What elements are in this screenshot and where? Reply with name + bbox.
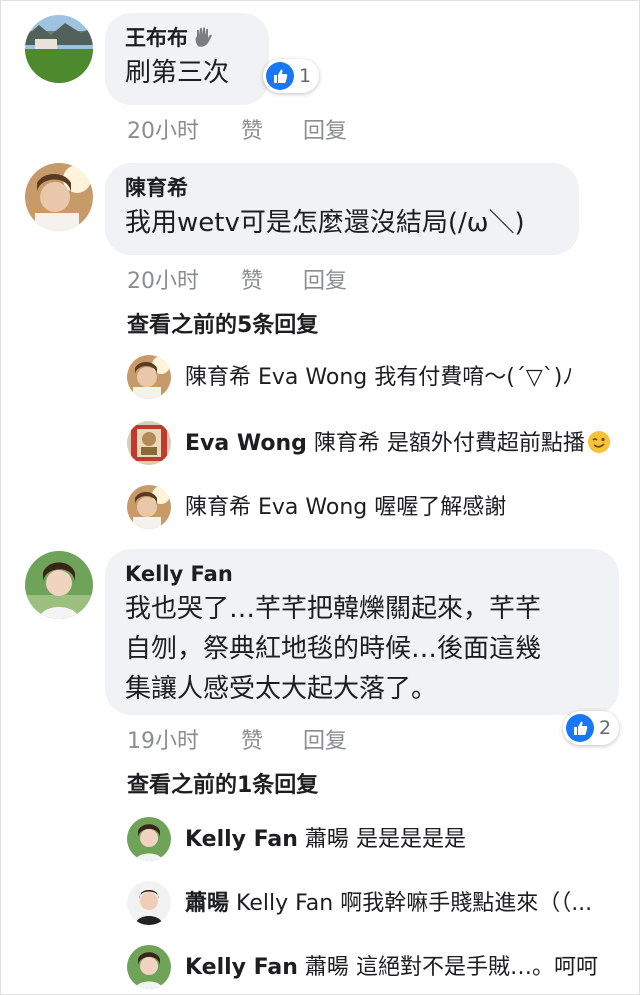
like-link[interactable]: 赞 [241, 113, 263, 145]
reply-mention[interactable]: Kelly Fan [236, 891, 333, 916]
avatar[interactable] [25, 163, 93, 231]
reply-author[interactable]: 陳育希 [185, 495, 251, 520]
reply-link[interactable]: 回复 [303, 263, 347, 295]
comment-bubble: 王布布 刷第三次 [105, 13, 269, 105]
comment-text: 我用wetv可是怎麼還沒結局(/ω＼) [125, 208, 525, 238]
reply-text: 是額外付費超前點播 [386, 431, 585, 456]
comment-meta: 20小时 赞 回复 [127, 263, 367, 295]
reply-text: 是是是是是 [355, 827, 466, 852]
view-previous-replies-link[interactable]: 查看之前的1条回复 [127, 767, 318, 799]
reply-author[interactable]: 陳育希 [185, 365, 251, 390]
avatar[interactable] [127, 355, 171, 399]
winking-face-icon [587, 430, 611, 454]
reply-mention[interactable]: 蕭暘 [305, 827, 349, 852]
reply: 陳育希 Eva Wong 我有付費唷～(´▽`)ﾉ [185, 363, 573, 393]
thumbs-up-icon [266, 62, 294, 90]
reply-mention[interactable]: Eva Wong [258, 365, 367, 390]
reply-author[interactable]: Kelly Fan [185, 955, 298, 980]
reply-text: 我有付費唷～(´▽`)ﾉ [374, 365, 574, 390]
comment-text: 刷第三次 [125, 58, 230, 88]
avatar[interactable] [127, 421, 171, 465]
reply: Eva Wong 陳育希 是額外付費超前點播 [185, 429, 611, 459]
comment-time[interactable]: 20小时 [127, 113, 199, 145]
reply-mention[interactable]: 蕭暘 [305, 955, 349, 980]
avatar[interactable] [127, 485, 171, 529]
avatar[interactable] [127, 945, 171, 989]
reply: 陳育希 Eva Wong 喔喔了解感謝 [185, 493, 506, 523]
avatar[interactable] [127, 817, 171, 861]
reply-author[interactable]: Eva Wong [185, 431, 307, 456]
avatar[interactable] [25, 551, 93, 619]
reaction-count: 1 [299, 65, 312, 87]
reaction-badge[interactable]: 1 [263, 59, 320, 93]
reply-author[interactable]: Kelly Fan [185, 827, 298, 852]
reply-link[interactable]: 回复 [303, 113, 347, 145]
reply-text: 啊我幹嘛手賤點進來（（... [340, 891, 593, 916]
comment-text-line: 集讓人感受太大起大落了。 [125, 674, 438, 704]
reply-mention[interactable]: 陳育希 [314, 431, 380, 456]
comment-text-line: 自刎，祭典紅地毯的時候…後面這幾 [125, 634, 542, 664]
reaction-badge[interactable]: 2 [563, 711, 620, 745]
reply: Kelly Fan 蕭暘 這絕對不是手賊…。呵呵 [185, 953, 598, 983]
comment-meta: 19小时 赞 回复 [127, 723, 367, 755]
comment-thread: 王布布 刷第三次 1 20小时 赞 回复 陳育希 我用wetv可是怎麼還沒結局(… [0, 0, 640, 995]
avatar[interactable] [127, 881, 171, 925]
like-link[interactable]: 赞 [241, 263, 263, 295]
comment-meta: 20小时 赞 回复 [127, 113, 367, 145]
avatar[interactable] [25, 15, 93, 83]
reply-text: 這絕對不是手賊…。呵呵 [355, 955, 598, 980]
comment-author[interactable]: Kelly Fan [125, 559, 599, 589]
waving-hand-icon [192, 26, 214, 48]
thumbs-up-icon [566, 714, 594, 742]
reply: Kelly Fan 蕭暘 是是是是是 [185, 825, 466, 855]
comment-bubble: Kelly Fan 我也哭了…芊芊把韓爍關起來，芊芊 自刎，祭典紅地毯的時候…後… [105, 549, 619, 715]
reply-link[interactable]: 回复 [303, 723, 347, 755]
reply: 蕭暘 Kelly Fan 啊我幹嘛手賤點進來（（... [185, 889, 592, 919]
comment-author[interactable]: 王布布 [125, 23, 249, 53]
reply-mention[interactable]: Eva Wong [258, 495, 367, 520]
comment-time[interactable]: 20小时 [127, 263, 199, 295]
comment-text-line: 我也哭了…芊芊把韓爍關起來，芊芊 [125, 594, 542, 624]
reply-author[interactable]: 蕭暘 [185, 891, 229, 916]
view-previous-replies-link[interactable]: 查看之前的5条回复 [127, 307, 318, 339]
like-link[interactable]: 赞 [241, 723, 263, 755]
comment-time[interactable]: 19小时 [127, 723, 199, 755]
reply-text: 喔喔了解感謝 [374, 495, 507, 520]
comment-author[interactable]: 陳育希 [125, 173, 559, 203]
reaction-count: 2 [599, 717, 612, 739]
comment-bubble: 陳育希 我用wetv可是怎麼還沒結局(/ω＼) [105, 163, 579, 255]
